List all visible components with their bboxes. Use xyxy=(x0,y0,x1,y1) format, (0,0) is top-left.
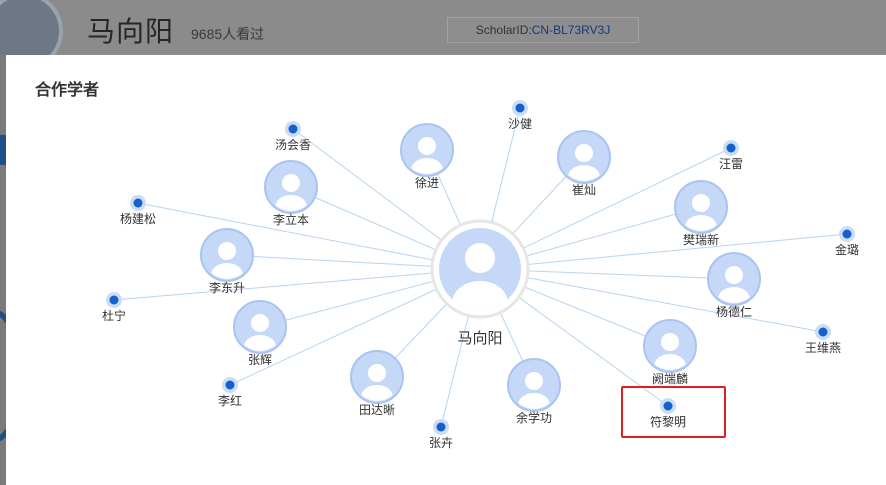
center-name: 马向阳 xyxy=(457,330,502,347)
collaborator-node[interactable]: 李东升 xyxy=(200,228,254,295)
collaborator-name: 崔灿 xyxy=(572,183,596,197)
collaborator-name: 樊瑞新 xyxy=(683,232,719,247)
collaborator-name: 张卉 xyxy=(429,436,453,450)
collaborator-dot xyxy=(109,295,119,305)
collaboration-edge xyxy=(479,233,848,270)
collaborator-node[interactable]: 杨建松 xyxy=(120,195,156,226)
collaborator-node[interactable]: 余学功 xyxy=(507,358,561,425)
collaborator-node[interactable]: 金璐 xyxy=(835,226,859,257)
collaborator-node[interactable]: 樊瑞新 xyxy=(674,180,728,247)
collaborator-node[interactable]: 杜宁 xyxy=(102,292,126,323)
collaborators-modal: 合作学者 沙健 汤会香 徐进 崔灿 汪雷 李立本 杨建松 樊瑞新 李东升 金璐 杜宁 杨德仁 张辉 王维燕… xyxy=(6,55,886,485)
collaborator-node[interactable]: 汤会香 xyxy=(275,121,311,152)
collaborator-node[interactable]: 李立本 xyxy=(264,160,318,227)
collaborator-dot xyxy=(288,124,298,134)
collaborator-name: 汪雷 xyxy=(719,157,743,171)
collaboration-network-graph: 沙健汤会香徐进崔灿 汪雷李立本 杨建松樊瑞新李东升 金璐杜宁 杨德仁张辉 王维燕阙端麟李红… xyxy=(102,100,859,450)
collaborator-dot xyxy=(818,327,828,337)
collaborator-node[interactable]: 徐进 xyxy=(400,123,454,190)
collaborator-node[interactable]: 沙健 xyxy=(508,100,532,131)
collaborator-name: 金璐 xyxy=(835,242,859,257)
collaborator-name: 李红 xyxy=(218,393,242,408)
collaborator-name: 徐进 xyxy=(415,175,439,190)
collaborator-dot xyxy=(515,103,525,113)
scholar-name: 马向阳 xyxy=(87,16,175,47)
collaborator-name: 杜宁 xyxy=(102,308,126,323)
collaborator-name: 阙端麟 xyxy=(652,371,688,386)
collaborator-node[interactable]: 张辉 xyxy=(233,300,287,367)
view-count: 9685人看过 xyxy=(191,26,265,42)
collaboration-edge xyxy=(113,268,481,301)
collaboration-edge xyxy=(479,268,824,333)
collaborator-dot xyxy=(133,198,143,208)
collaborator-dot xyxy=(842,229,852,239)
collaborator-name: 张辉 xyxy=(248,353,272,367)
collaborator-node[interactable]: 汪雷 xyxy=(719,140,743,171)
collaborator-node[interactable]: 田达晰 xyxy=(350,350,404,417)
collaborator-name: 杨德仁 xyxy=(716,304,752,319)
collaborator-node[interactable]: 崔灿 xyxy=(557,130,611,197)
scholar-id-badge: ScholarID:CN-BL73RV3J xyxy=(447,17,639,43)
collaborator-name: 余学功 xyxy=(516,410,552,425)
collaborator-node[interactable]: 杨德仁 xyxy=(707,252,761,319)
collaborator-dot xyxy=(436,422,446,432)
collaborator-name: 田达晰 xyxy=(359,403,395,417)
collaborator-node[interactable]: 阙端麟 xyxy=(643,319,697,386)
scholar-id-label: ScholarID: xyxy=(475,23,532,37)
collaborator-name: 杨建松 xyxy=(120,211,156,226)
collaborator-node[interactable]: 王维燕 xyxy=(805,324,841,355)
collaborator-name: 沙健 xyxy=(508,117,532,131)
collaborator-name: 汤会香 xyxy=(275,138,311,152)
collaborator-name: 李立本 xyxy=(273,212,309,227)
collaborator-node[interactable]: 张卉 xyxy=(429,419,453,450)
center-node[interactable]: 马向阳 xyxy=(430,219,530,347)
collaborator-name: 李东升 xyxy=(209,280,245,295)
highlight-box xyxy=(621,386,726,438)
profile-header: 马向阳 9685人看过 ScholarID:CN-BL73RV3J xyxy=(0,0,886,70)
collaborator-name: 王维燕 xyxy=(805,341,841,355)
collaborator-dot xyxy=(225,380,235,390)
collaborator-dot xyxy=(726,143,736,153)
scholar-id-value: CN-BL73RV3J xyxy=(531,23,611,37)
